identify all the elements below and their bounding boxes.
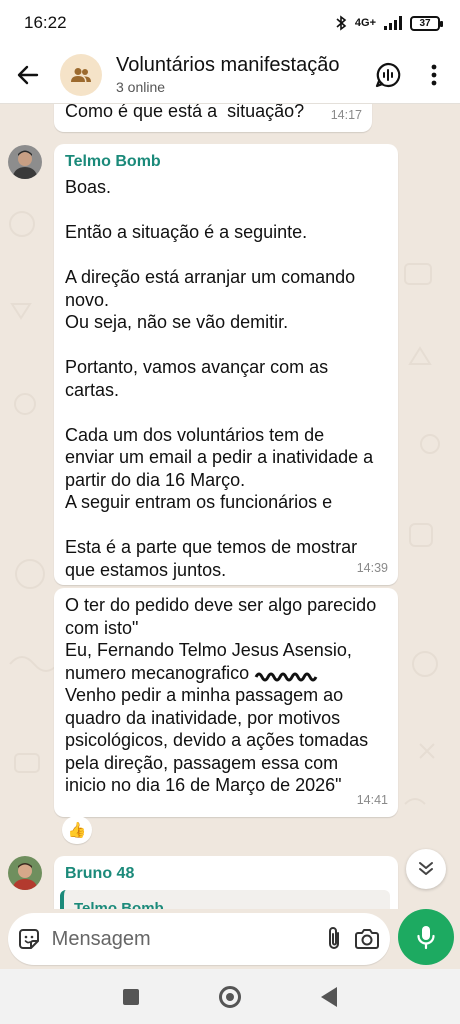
user-photo-icon <box>8 145 42 179</box>
sticker-button[interactable] <box>12 927 46 951</box>
sender-name[interactable]: Telmo Bomb <box>65 151 161 174</box>
network-type: 4G+ <box>354 17 376 29</box>
system-back-button[interactable] <box>321 986 337 1007</box>
voice-chat-button[interactable] <box>368 55 408 95</box>
bluetooth-icon <box>336 15 347 31</box>
arrow-left-icon <box>17 65 39 84</box>
double-chevron-down-icon <box>419 862 433 875</box>
online-count: 3 online <box>116 79 166 95</box>
more-vertical-icon <box>431 64 437 85</box>
message-time: 14:39 <box>356 560 388 575</box>
message-text: Venho pedir a minha passagem ao quadro d… <box>65 685 369 795</box>
back-button[interactable] <box>0 46 56 104</box>
message-text: Como é que está a situação? <box>65 104 305 121</box>
microphone-icon <box>417 926 435 950</box>
status-bar: 16:22 4G+ 37 <box>0 0 460 46</box>
message-bubble[interactable]: Telmo Bomb Boas. Então a situação é a se… <box>54 144 398 585</box>
battery-level: 37 <box>419 17 431 29</box>
avatar[interactable] <box>8 145 42 179</box>
message-text: Boas. Então a situação é a seguinte. A d… <box>65 177 374 580</box>
message-composer <box>8 913 390 965</box>
group-name: Voluntários manifestação <box>116 54 340 76</box>
message-list[interactable]: Como é que está a situação? 14:17 Telmo … <box>0 104 460 909</box>
message-time: 14:41 <box>356 792 388 807</box>
redacted-scribble <box>254 667 324 682</box>
reaction-emoji: 👍 <box>67 822 87 839</box>
chat-info[interactable]: Voluntários manifestação 3 online <box>116 54 368 95</box>
sticker-icon <box>18 929 39 949</box>
chat-header: Voluntários manifestação 3 online <box>0 46 460 104</box>
avatar[interactable] <box>8 856 42 890</box>
reaction-badge[interactable]: 👍 <box>62 816 92 844</box>
home-button[interactable] <box>219 985 241 1008</box>
voice-chat-icon <box>375 62 401 87</box>
message-bubble[interactable]: Bruno 48 Telmo Bomb <box>54 856 398 909</box>
message-bubble[interactable]: O ter do pedido deve ser algo parecido c… <box>54 588 398 817</box>
scroll-to-bottom-button[interactable] <box>406 849 446 889</box>
attach-button[interactable] <box>317 926 351 952</box>
more-options-button[interactable] <box>414 55 454 95</box>
voice-message-button[interactable] <box>398 909 454 965</box>
status-time: 16:22 <box>24 13 67 32</box>
quoted-message[interactable]: Telmo Bomb <box>60 890 390 909</box>
user-photo-icon <box>8 856 42 890</box>
battery-icon: 37 <box>410 15 443 31</box>
composer <box>0 909 460 969</box>
camera-icon <box>355 929 380 949</box>
group-avatar[interactable] <box>60 53 102 96</box>
message-body: O ter do pedido deve ser algo parecido c… <box>65 594 376 797</box>
system-navigation-bar <box>0 969 460 1024</box>
message-text: O ter do pedido deve ser algo parecido c… <box>65 595 377 683</box>
message-bubble[interactable]: Como é que está a situação? 14:17 <box>54 104 372 132</box>
group-icon <box>71 67 91 82</box>
camera-button[interactable] <box>350 928 384 950</box>
sender-name[interactable]: Bruno 48 <box>65 863 134 886</box>
quoted-sender: Telmo Bomb <box>74 900 164 909</box>
message-input[interactable] <box>45 927 317 951</box>
status-icons: 4G+ 37 <box>335 15 443 31</box>
paperclip-icon <box>328 927 339 949</box>
signal-icon <box>384 16 402 30</box>
recent-apps-button[interactable] <box>123 988 139 1005</box>
message-time: 14:17 <box>330 107 362 122</box>
